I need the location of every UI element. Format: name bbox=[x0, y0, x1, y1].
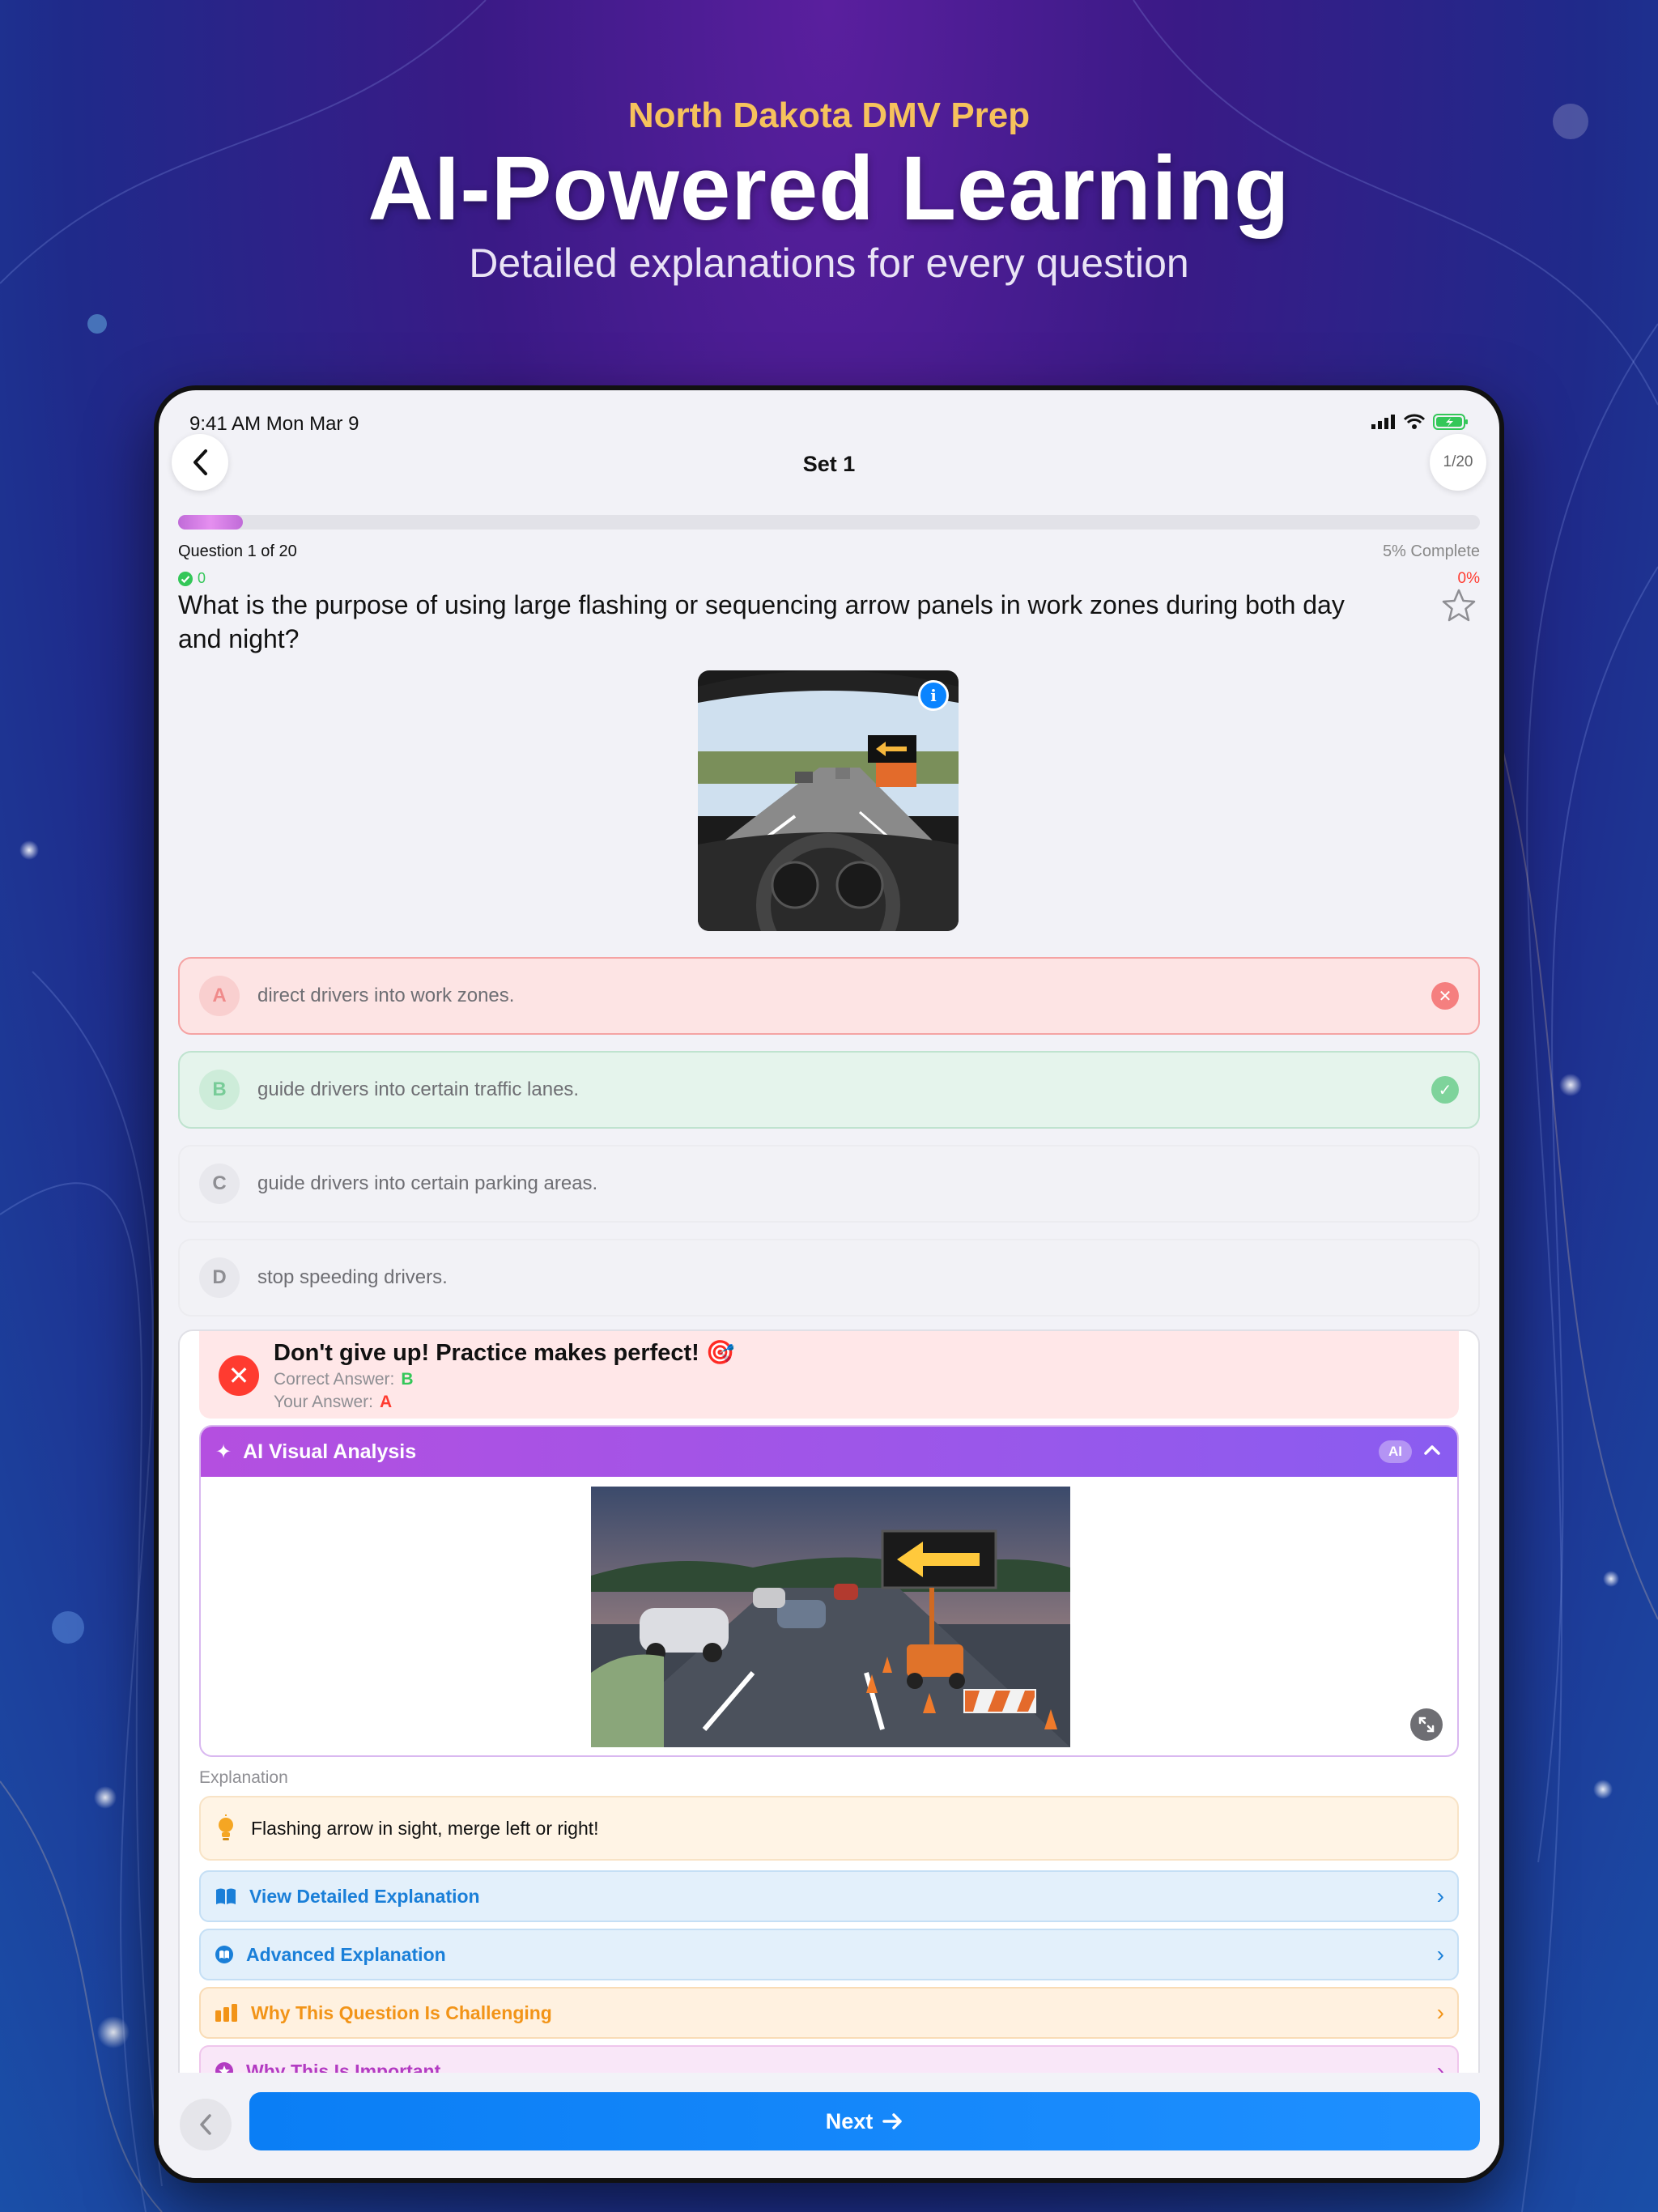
chevron-left-icon bbox=[200, 2114, 211, 2135]
check-circle-icon: ✓ bbox=[1431, 1076, 1459, 1104]
question-number-label: Question 1 of 20 bbox=[178, 542, 297, 560]
nav-title: Set 1 bbox=[802, 452, 856, 476]
book-icon bbox=[216, 1888, 236, 1904]
question-counter: 1/20 bbox=[1443, 453, 1473, 470]
question-image[interactable]: i bbox=[698, 670, 959, 931]
link-label: View Detailed Explanation bbox=[249, 1885, 480, 1907]
option-d[interactable]: D stop speeding drivers. bbox=[178, 1239, 1480, 1317]
score-percent: 0% bbox=[1457, 570, 1480, 587]
chevron-up-icon[interactable] bbox=[1420, 1438, 1444, 1462]
windshield-view-image bbox=[698, 670, 959, 931]
x-circle-icon: ✕ bbox=[1431, 982, 1459, 1010]
ai-panel-header[interactable]: ✦ AI Visual Analysis AI bbox=[201, 1427, 1457, 1477]
progress-bar bbox=[178, 515, 1480, 530]
correct-count-value: 0 bbox=[198, 570, 206, 586]
star-icon bbox=[1442, 589, 1476, 622]
link-label: Advanced Explanation bbox=[246, 1943, 446, 1965]
correct-count: 0 bbox=[178, 570, 206, 587]
lightbulb-icon bbox=[219, 1814, 233, 1840]
question-counter-button[interactable]: 1/20 bbox=[1430, 434, 1486, 491]
signal-icon bbox=[1371, 415, 1395, 429]
previous-button[interactable] bbox=[180, 2099, 232, 2150]
your-answer-line: Your Answer: A bbox=[274, 1393, 392, 1412]
correct-answer-label: Correct Answer: bbox=[274, 1370, 395, 1389]
result-card: ✕ Don't give up! Practice makes perfect!… bbox=[178, 1329, 1480, 2139]
book-circle-icon bbox=[215, 1946, 233, 1963]
sparkle-icon: ✦ bbox=[215, 1440, 232, 1463]
info-icon[interactable]: i bbox=[918, 680, 949, 711]
option-b[interactable]: B guide drivers into certain traffic lan… bbox=[178, 1051, 1480, 1129]
feedback-message: Don't give up! Practice makes perfect! 🎯 bbox=[274, 1340, 736, 1366]
advanced-explanation-link[interactable]: Advanced Explanation › bbox=[199, 1929, 1459, 1980]
ai-visual-analysis-panel: ✦ AI Visual Analysis AI bbox=[199, 1425, 1459, 1757]
why-challenging-link[interactable]: Why This Question Is Challenging › bbox=[199, 1987, 1459, 2039]
your-answer-label: Your Answer: bbox=[274, 1393, 373, 1411]
bottom-bar: Next bbox=[159, 2073, 1499, 2178]
option-letter: D bbox=[199, 1257, 240, 1298]
explanation-label: Explanation bbox=[199, 1768, 288, 1787]
correct-answer-value: B bbox=[401, 1370, 414, 1389]
hero-kicker: North Dakota DMV Prep bbox=[627, 96, 1031, 135]
complete-percent-label: 5% Complete bbox=[1382, 542, 1480, 560]
status-bar: 9:41 AM Mon Mar 9 bbox=[189, 405, 1469, 437]
question-text: What is the purpose of using large flash… bbox=[178, 590, 1345, 653]
hero-subtitle: Detailed explanations for every question bbox=[469, 240, 1189, 286]
option-text: stop speeding drivers. bbox=[257, 1266, 448, 1288]
check-circle-icon bbox=[178, 571, 193, 586]
chevron-right-icon: › bbox=[1436, 2000, 1444, 2025]
next-button[interactable]: Next bbox=[249, 2092, 1480, 2150]
ai-panel-title: AI Visual Analysis bbox=[243, 1440, 417, 1463]
chevron-right-icon: › bbox=[1436, 1942, 1444, 1967]
x-circle-icon: ✕ bbox=[219, 1355, 259, 1396]
expand-button[interactable] bbox=[1410, 1708, 1443, 1741]
hero-title: AI-Powered Learning bbox=[368, 138, 1290, 239]
arrow-right-icon bbox=[882, 2113, 903, 2129]
option-letter: A bbox=[199, 976, 240, 1016]
option-c[interactable]: C guide drivers into certain parking are… bbox=[178, 1145, 1480, 1223]
link-label: Why This Question Is Challenging bbox=[251, 2001, 552, 2023]
option-letter: C bbox=[199, 1163, 240, 1204]
app-screen: 9:41 AM Mon Mar 9 Set 1 1/20 Question 1 … bbox=[159, 390, 1499, 2178]
chevron-right-icon: › bbox=[1436, 1883, 1444, 1908]
next-label: Next bbox=[825, 2108, 874, 2133]
feedback-banner: ✕ Don't give up! Practice makes perfect!… bbox=[199, 1331, 1459, 1419]
option-a[interactable]: A direct drivers into work zones. ✕ bbox=[178, 957, 1480, 1035]
bar-chart-icon bbox=[215, 2004, 237, 2022]
progress-fill bbox=[178, 515, 244, 530]
option-text: direct drivers into work zones. bbox=[257, 985, 515, 1006]
ai-badge: AI bbox=[1379, 1440, 1412, 1463]
expand-icon bbox=[1418, 1716, 1435, 1733]
view-detailed-explanation-link[interactable]: View Detailed Explanation › bbox=[199, 1870, 1459, 1922]
explanation-tip: Flashing arrow in sight, merge left or r… bbox=[199, 1796, 1459, 1861]
your-answer-value: A bbox=[379, 1393, 393, 1411]
correct-answer-line: Correct Answer: B bbox=[274, 1370, 414, 1389]
ai-illustration-image[interactable] bbox=[591, 1487, 1070, 1747]
nav-bar: Set 1 1/20 bbox=[159, 434, 1499, 499]
bookmark-star-button[interactable] bbox=[1441, 588, 1477, 627]
option-text: guide drivers into certain parking areas… bbox=[257, 1172, 598, 1194]
status-icons bbox=[1371, 413, 1469, 431]
option-text: guide drivers into certain traffic lanes… bbox=[257, 1078, 580, 1100]
battery-icon bbox=[1433, 414, 1468, 430]
wifi-icon bbox=[1404, 414, 1425, 429]
status-time: 9:41 AM Mon Mar 9 bbox=[189, 413, 359, 435]
tablet-frame: 9:41 AM Mon Mar 9 Set 1 1/20 Question 1 … bbox=[154, 385, 1504, 2183]
option-letter: B bbox=[199, 1070, 240, 1110]
explanation-tip-text: Flashing arrow in sight, merge left or r… bbox=[251, 1817, 599, 1839]
